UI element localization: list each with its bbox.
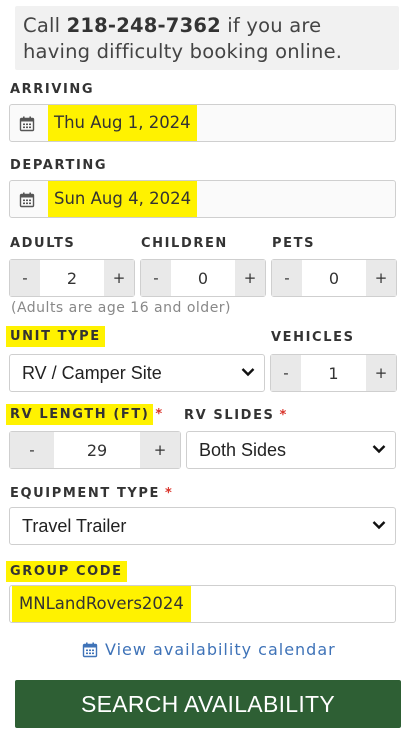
arriving-label: ARRIVING [10, 82, 95, 97]
rv-length-required-marker: * [155, 407, 164, 422]
chevron-down-icon [372, 521, 386, 530]
rv-slides-select[interactable]: Both Sides [186, 431, 396, 469]
rv-length-increment-button[interactable]: + [140, 432, 180, 468]
unit-type-label: UNIT TYPE [6, 326, 105, 347]
children-label: CHILDREN [141, 236, 228, 251]
equipment-type-label: EQUIPMENT TYPE [10, 486, 161, 501]
vehicles-stepper: - 1 + [270, 354, 397, 392]
adults-age-hint: (Adults are age 16 and older) [11, 300, 232, 316]
calendar-link-label: View availability calendar [105, 640, 336, 659]
rv-length-label: RV LENGTH (FT) [6, 404, 154, 425]
pets-value[interactable]: 0 [302, 260, 366, 296]
pets-decrement-button[interactable]: - [272, 260, 302, 296]
rv-slides-value: Both Sides [199, 440, 287, 460]
children-value[interactable]: 0 [171, 260, 235, 296]
arriving-date-value: Thu Aug 1, 2024 [48, 105, 197, 141]
adults-stepper: - 2 + [9, 259, 135, 297]
vehicles-increment-button[interactable]: + [366, 355, 396, 391]
calendar-icon [19, 192, 35, 208]
phone-number[interactable]: 218-248-7362 [67, 14, 221, 37]
equipment-type-value: Travel Trailer [22, 516, 127, 536]
vehicles-label: VEHICLES [271, 330, 355, 345]
rv-length-value[interactable]: 29 [54, 432, 140, 468]
equipment-type-label-row: EQUIPMENT TYPE * [10, 486, 173, 501]
calendar-icon [82, 642, 98, 657]
rv-slides-label: RV SLIDES [184, 408, 275, 423]
pets-label: PETS [272, 236, 316, 251]
unit-type-select[interactable]: RV / Camper Site [9, 354, 265, 392]
departing-date-field[interactable]: Sun Aug 4, 2024 [9, 180, 396, 218]
rv-length-stepper: - 29 + [9, 431, 181, 469]
rv-length-label-row: RV LENGTH (FT) * [6, 404, 164, 425]
equipment-type-required-marker: * [165, 486, 174, 501]
group-code-input[interactable]: MNLandRovers2024 [9, 585, 396, 623]
help-notice: Call 218-248-7362 if you are having diff… [15, 6, 399, 70]
pets-increment-button[interactable]: + [366, 260, 396, 296]
chevron-down-icon [241, 368, 255, 377]
equipment-type-select[interactable]: Travel Trailer [9, 507, 396, 545]
search-availability-button[interactable]: SEARCH AVAILABILITY [15, 680, 401, 728]
children-increment-button[interactable]: + [235, 260, 265, 296]
adults-value[interactable]: 2 [40, 260, 104, 296]
children-decrement-button[interactable]: - [141, 260, 171, 296]
vehicles-decrement-button[interactable]: - [271, 355, 301, 391]
departing-date-value: Sun Aug 4, 2024 [48, 181, 198, 217]
arriving-date-field[interactable]: Thu Aug 1, 2024 [9, 104, 396, 142]
children-stepper: - 0 + [140, 259, 266, 297]
adults-increment-button[interactable]: + [104, 260, 134, 296]
rv-slides-label-row: RV SLIDES * [184, 408, 288, 423]
unit-type-value: RV / Camper Site [22, 363, 162, 383]
pets-stepper: - 0 + [271, 259, 397, 297]
adults-label: ADULTS [10, 236, 76, 251]
calendar-icon [19, 116, 35, 132]
group-code-label: GROUP CODE [6, 561, 127, 582]
adults-decrement-button[interactable]: - [10, 260, 40, 296]
departing-label: DEPARTING [10, 158, 108, 173]
group-code-value: MNLandRovers2024 [12, 586, 191, 622]
rv-length-decrement-button[interactable]: - [10, 432, 54, 468]
vehicles-value[interactable]: 1 [301, 355, 366, 391]
chevron-down-icon [372, 445, 386, 454]
rv-slides-required-marker: * [279, 408, 288, 423]
view-availability-calendar-link[interactable]: View availability calendar [82, 640, 336, 659]
notice-prefix: Call [23, 14, 67, 37]
